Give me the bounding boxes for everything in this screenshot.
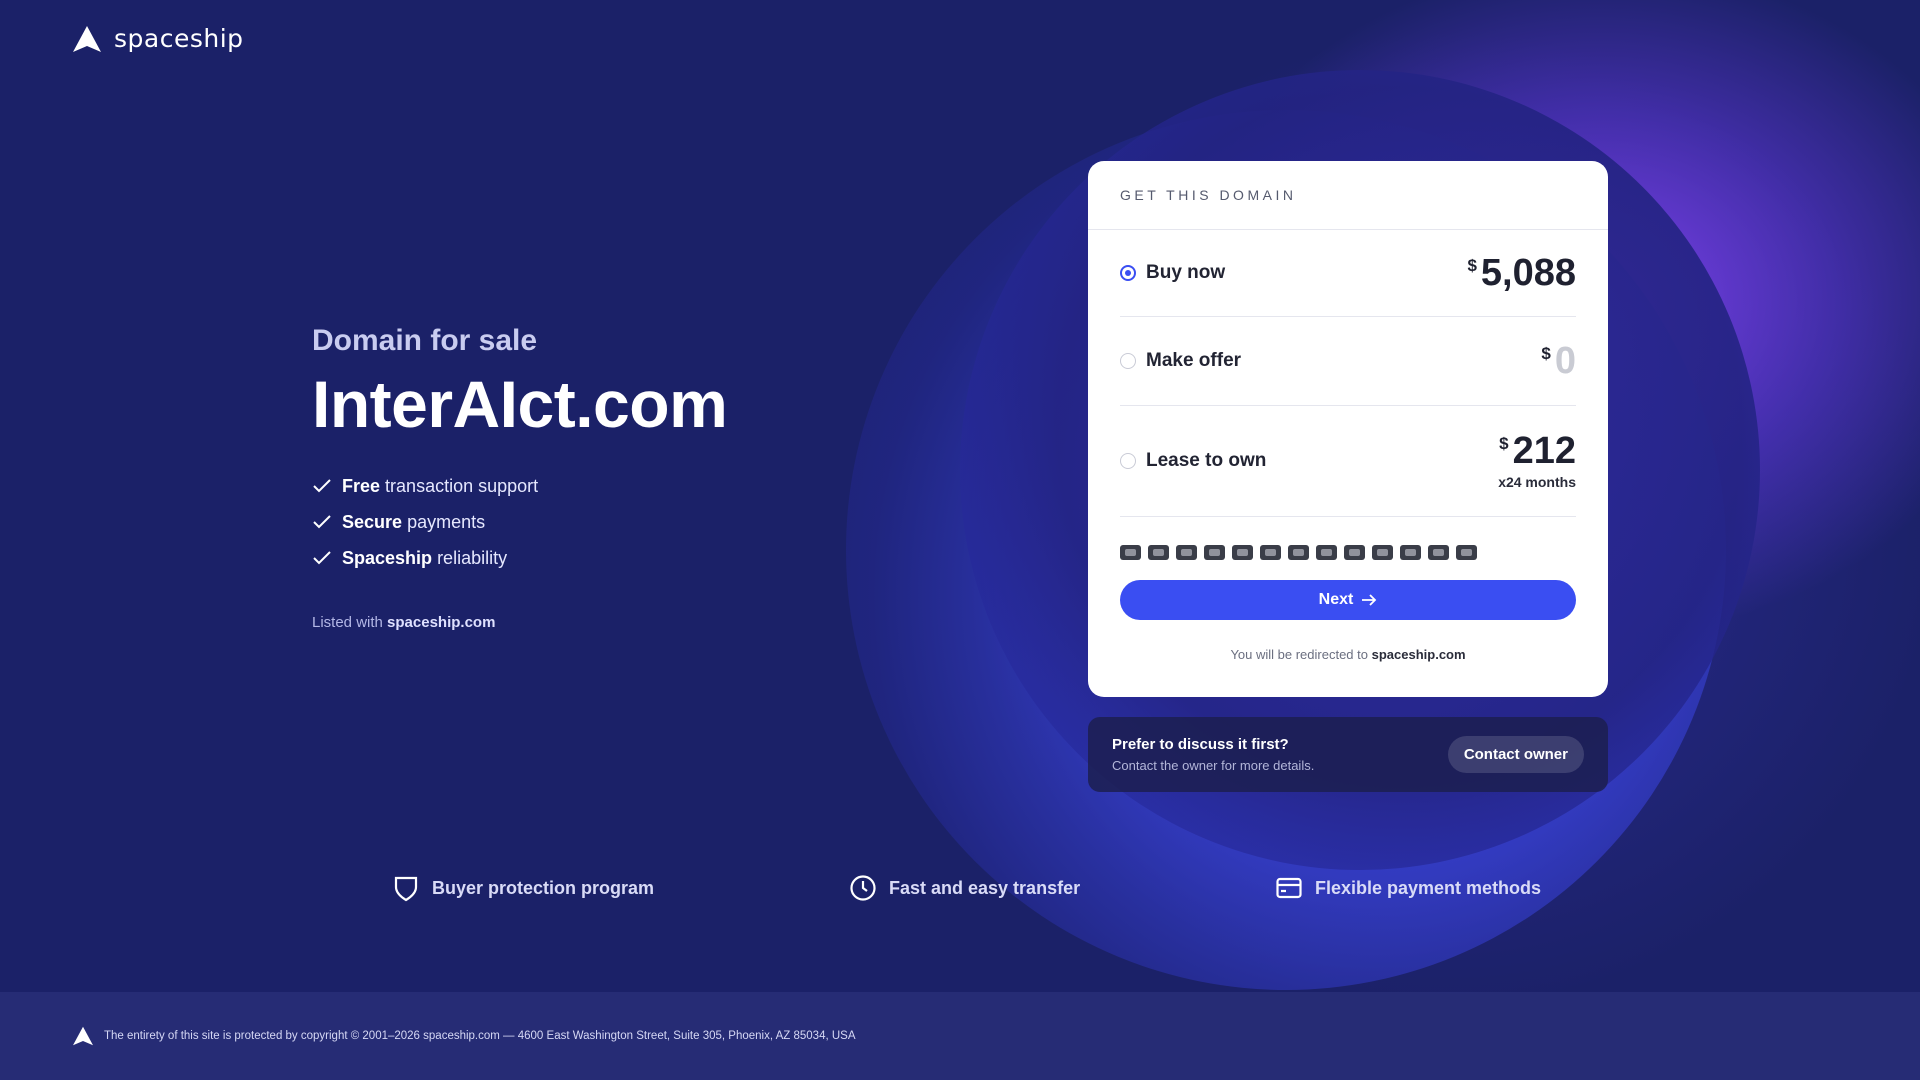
paypal-icon — [1344, 545, 1365, 560]
page-background — [0, 0, 1920, 1080]
next-button[interactable]: Next — [1120, 580, 1576, 620]
radio-make-offer[interactable] — [1120, 353, 1136, 369]
contact-owner-button[interactable]: Contact owner — [1447, 736, 1584, 773]
redirect-site: spaceship.com — [1371, 647, 1466, 662]
google-pay-icon — [1372, 545, 1393, 560]
discover-icon — [1204, 545, 1225, 560]
option-lease-to-own[interactable]: Lease to own $ 212 x24 months — [1120, 406, 1576, 517]
perk-fast-transfer: Fast and easy transfer — [849, 874, 1080, 902]
price-amount: 5,088 — [1480, 252, 1576, 294]
feature-item: Spaceship reliability — [312, 540, 727, 576]
option-label: Make offer — [1146, 350, 1242, 371]
amex-icon — [1176, 545, 1197, 560]
feature-text: transaction support — [385, 475, 539, 496]
feature-bold: Free — [342, 475, 381, 496]
spaceship-logo-icon — [73, 1026, 93, 1046]
price: $ 212 x24 months — [1498, 432, 1576, 490]
card-icon — [1276, 877, 1302, 899]
feature-text: payments — [407, 511, 486, 532]
lease-term: x24 months — [1498, 474, 1576, 490]
unionpay-icon — [1288, 545, 1309, 560]
redirect-prefix: You will be redirected to — [1230, 647, 1368, 662]
perk-label: Buyer protection program — [432, 877, 655, 898]
visa-icon — [1120, 545, 1141, 560]
check-icon — [313, 479, 331, 493]
shield-icon — [394, 876, 418, 902]
hero-section: Domain for sale InterAIct.com Free trans… — [312, 324, 728, 631]
bitcoin-icon — [1316, 545, 1337, 560]
price-amount: 212 — [1512, 430, 1576, 472]
hero-subtitle: Domain for sale — [312, 324, 538, 357]
listed-prefix: Listed with — [312, 614, 383, 631]
card-header: GET THIS DOMAIN — [1088, 161, 1608, 230]
redirect-note: You will be redirected to spaceship.com — [1088, 647, 1608, 662]
option-make-offer[interactable]: Make offer $ 0 — [1120, 317, 1576, 406]
footer: The entirety of this site is protected b… — [0, 992, 1920, 1080]
payment-methods — [1120, 545, 1576, 560]
mastercard-icon — [1148, 545, 1169, 560]
clock-icon — [850, 875, 876, 901]
feature-item: Secure payments — [312, 504, 727, 540]
listed-with: Listed with spaceship.com — [312, 614, 727, 631]
option-label: Lease to own — [1146, 450, 1267, 471]
copyright-text: The entirety of this site is protected b… — [104, 1030, 856, 1042]
check-icon — [313, 551, 331, 565]
diners-icon — [1232, 545, 1253, 560]
perk-label: Fast and easy transfer — [889, 877, 1081, 898]
arrow-right-icon — [1362, 594, 1377, 606]
feature-list: Free transaction support Secure payments… — [312, 468, 727, 576]
domain-name-title: InterAIct.com — [312, 367, 728, 441]
radio-lease-to-own[interactable] — [1120, 453, 1136, 469]
feature-bold: Secure — [342, 511, 403, 532]
apple-pay-icon — [1400, 545, 1421, 560]
feature-text: reliability — [437, 547, 508, 568]
perk-buyer-protection: Buyer protection program — [392, 874, 654, 902]
next-label: Next — [1318, 591, 1354, 608]
offer-price[interactable]: $ 0 — [1541, 342, 1576, 380]
listed-site-link[interactable]: spaceship.com — [387, 614, 495, 631]
jcb-icon — [1260, 545, 1281, 560]
currency-symbol: $ — [1467, 256, 1477, 275]
alipay-icon — [1428, 545, 1449, 560]
discuss-banner: Prefer to discuss it first? Contact the … — [1088, 717, 1608, 792]
bank-transfer-icon — [1456, 545, 1477, 560]
purchase-card: GET THIS DOMAIN Buy now $ 5,088 Make off… — [1088, 161, 1608, 697]
discuss-title: Prefer to discuss it first? — [1112, 736, 1289, 753]
currency-symbol: $ — [1499, 434, 1509, 453]
option-buy-now[interactable]: Buy now $ 5,088 — [1120, 230, 1576, 317]
perk-label: Flexible payment methods — [1315, 877, 1542, 898]
option-label: Buy now — [1146, 262, 1226, 283]
spaceship-logo-icon — [73, 25, 101, 52]
discuss-subtitle: Contact the owner for more details. — [1112, 758, 1315, 773]
perk-flexible-payment: Flexible payment methods — [1275, 874, 1541, 902]
radio-buy-now[interactable] — [1120, 265, 1136, 281]
brand-logo[interactable]: spaceship — [72, 24, 244, 53]
brand-name: spaceship — [114, 24, 244, 53]
feature-bold: Spaceship — [342, 547, 433, 568]
offer-amount-input[interactable]: 0 — [1555, 342, 1576, 380]
feature-item: Free transaction support — [312, 468, 727, 504]
check-icon — [313, 515, 331, 529]
currency-symbol: $ — [1541, 344, 1551, 363]
price: $ 5,088 — [1467, 254, 1576, 292]
